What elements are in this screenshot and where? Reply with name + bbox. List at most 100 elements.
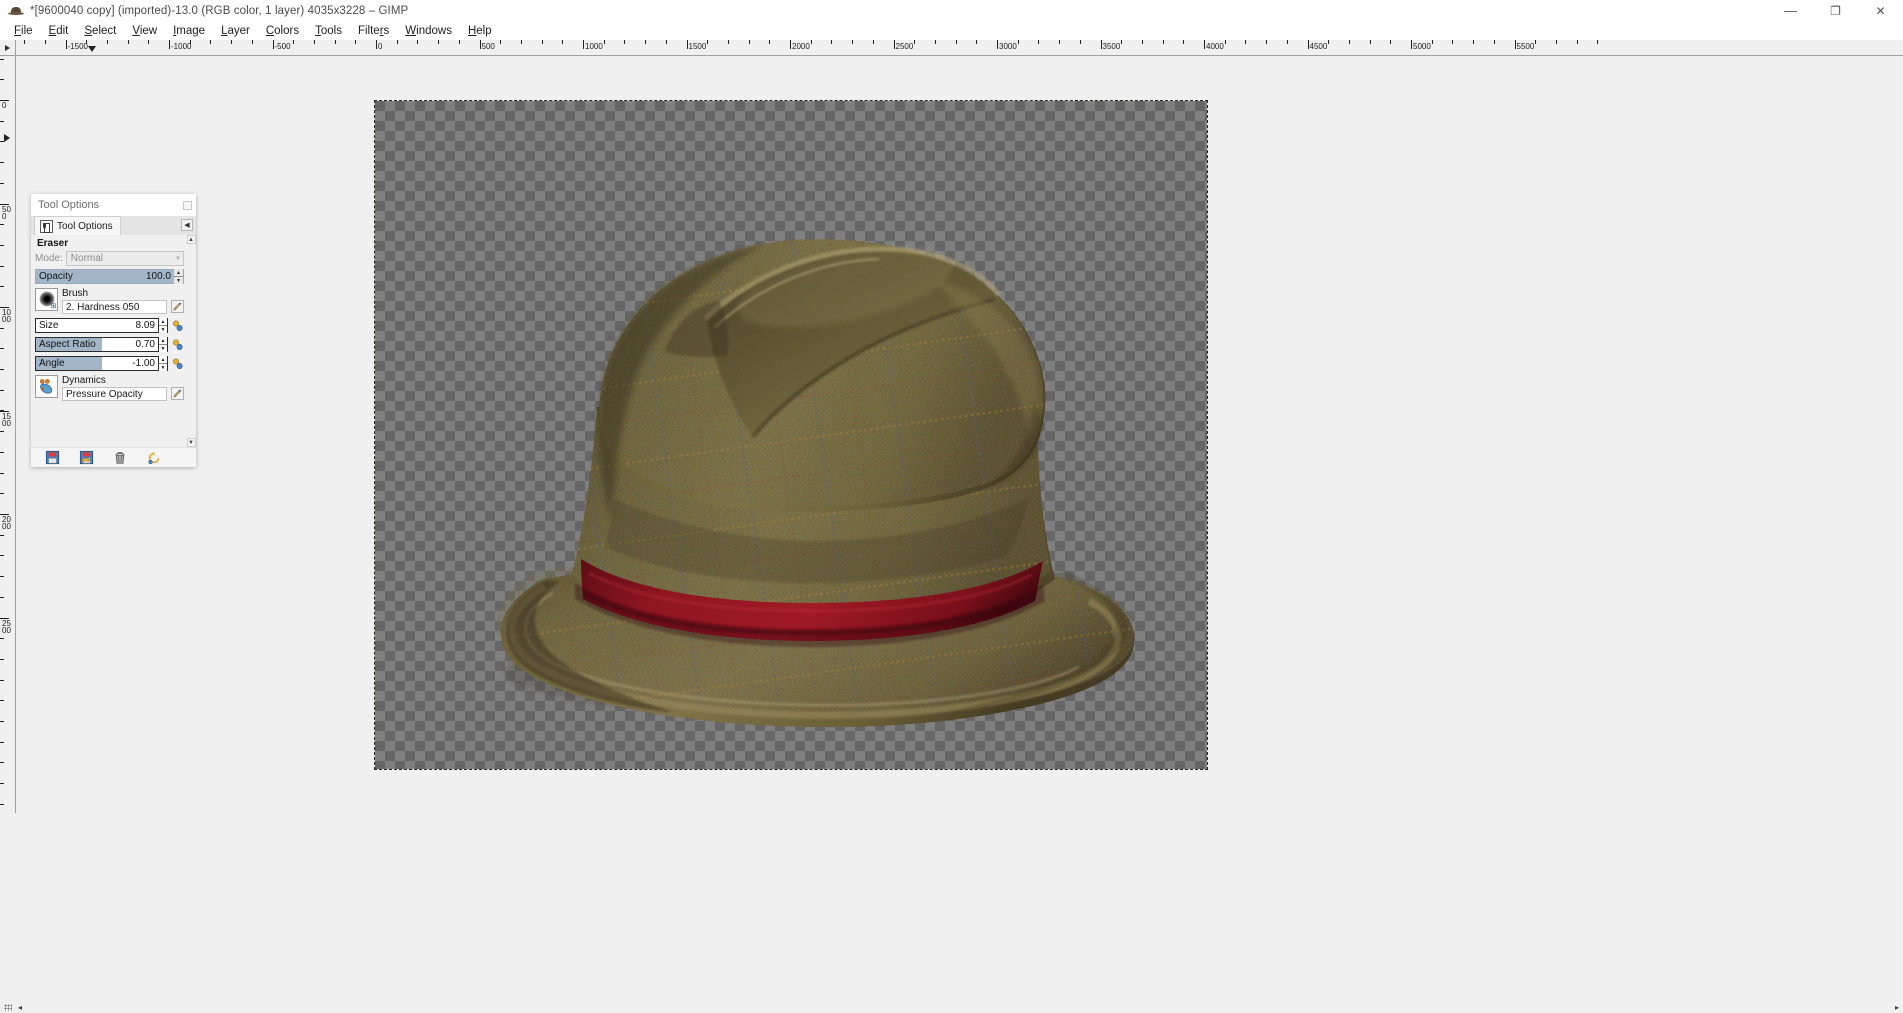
brush-row: ⊞ Brush 2. Hardness 050 [35,288,184,314]
ruler-tick-minor [335,40,336,44]
opacity-slider[interactable]: Opacity 100.0 ▲▼ [35,269,184,284]
save-tool-preset-button[interactable] [35,449,69,467]
size-dynamics-link-icon[interactable] [171,318,184,333]
ruler-label: 5000 [1413,42,1431,51]
close-button[interactable]: ✕ [1858,0,1903,22]
pencil-icon [173,389,182,398]
ruler-label: 1000 [585,42,603,51]
ruler-tick-minor [1494,40,1495,44]
menu-windows[interactable]: Windows [397,24,460,38]
size-slider[interactable]: Size 8.09 ▲▼ [35,318,168,333]
size-label: Size [36,320,58,331]
window-title: *[9600040 copy] (imported)-13.0 (RGB col… [30,5,408,17]
ruler-label: -1000 [171,42,191,51]
ruler-tick-minor [107,40,108,44]
ruler-tick-minor [0,783,4,784]
tab-tool-options[interactable]: Tool Options [34,216,121,235]
ruler-tick-minor [397,40,398,44]
ruler-tick-major [480,40,481,49]
angle-row: Angle -1.00 ▲▼ [35,356,184,371]
ruler-label: -1500 [68,42,88,51]
ruler-tick-minor [521,40,522,44]
ruler-label: -500 [275,42,291,51]
dynamics-preview[interactable] [35,375,58,398]
resize-grip-icon[interactable] [0,1001,16,1013]
ruler-tick-minor [0,804,4,805]
ruler-tick-minor [314,40,315,44]
ruler-tick-minor [728,40,729,44]
menu-view[interactable]: View [124,24,165,38]
ruler-tick-minor [852,40,853,44]
ruler-tick-major [1308,40,1309,49]
minimize-button[interactable]: — [1768,0,1813,22]
ruler-tick-major [66,40,67,49]
menu-file[interactable]: File [6,24,41,38]
ruler-tick-minor [0,266,4,267]
menu-edit[interactable]: Edit [41,24,77,38]
ruler-tick-minor [0,576,4,577]
collapse-left-icon[interactable]: ◀ [181,219,193,231]
ruler-tick-minor [1452,40,1453,44]
image-canvas[interactable] [375,101,1207,769]
ruler-tick-minor [0,79,4,80]
ruler-tick-minor [0,452,4,453]
aspect-ratio-dynamics-link-icon[interactable] [171,337,184,352]
menu-colors[interactable]: Colors [258,24,307,38]
angle-stepper[interactable]: ▲▼ [158,356,167,371]
brush-value[interactable]: 2. Hardness 050 [62,300,167,314]
size-row: Size 8.09 ▲▼ [35,318,184,333]
canvas-horizontal-scrollbar[interactable] [0,993,1895,1001]
reset-tool-options-button[interactable] [137,449,171,467]
edit-dynamics-button[interactable] [171,387,184,400]
menu-layer[interactable]: Layer [213,24,258,38]
scroll-right-arrow[interactable]: ▸ [1895,1003,1899,1012]
menu-select[interactable]: Select [76,24,124,38]
menu-filters[interactable]: Filters [350,24,397,38]
tool-options-dialog[interactable]: Tool Options Tool Options ◀ ▲ ▼ Eraser M… [31,194,196,467]
menu-help[interactable]: Help [460,24,500,38]
menu-image[interactable]: Image [165,24,213,38]
aspect-ratio-stepper[interactable]: ▲▼ [158,337,167,352]
edit-brush-button[interactable] [171,300,184,313]
scroll-down-arrow[interactable]: ▼ [187,438,196,447]
tool-options-scrollbar[interactable]: ▲ ▼ [186,235,196,447]
opacity-value: 100.0 [146,271,174,282]
menu-tools[interactable]: Tools [307,24,350,38]
ruler-label: 0 [378,42,382,51]
canvas-vertical-scrollbar[interactable] [1895,56,1903,813]
restore-tool-preset-button[interactable] [69,449,103,467]
delete-tool-preset-button[interactable] [103,449,137,467]
ruler-label: 3000 [999,42,1017,51]
aspect-ratio-label: Aspect Ratio [36,339,96,350]
angle-dynamics-link-icon[interactable] [171,356,184,371]
scroll-up-arrow[interactable]: ▲ [187,235,196,244]
ruler-tick-minor [0,473,4,474]
ruler-tick-minor [645,40,646,44]
dialog-menu-button[interactable] [183,201,192,210]
opacity-stepper[interactable]: ▲▼ [174,269,183,284]
canvas-area[interactable] [17,57,1895,813]
tool-options-header[interactable]: Tool Options [31,194,196,216]
dynamics-value[interactable]: Pressure Opacity [62,387,167,401]
ruler-tick-minor [0,245,4,246]
ruler-tick-minor [0,183,4,184]
ruler-label: 5500 [1517,42,1535,51]
ruler-tick-minor [500,40,501,44]
brush-preview[interactable]: ⊞ [35,288,58,311]
scroll-left-arrow[interactable]: ◂ [18,1003,22,1012]
ruler-tick-minor [45,40,46,44]
mode-dropdown[interactable]: Normal ▼ [66,251,184,266]
tool-options-header-title: Tool Options [38,199,99,211]
ruler-tick-major [790,40,791,49]
ruler-unit-button[interactable] [0,40,16,56]
vertical-ruler[interactable]: 05001000150020002500 [0,56,16,813]
maximize-button[interactable]: ❐ [1813,0,1858,22]
ruler-tick-minor [0,742,4,743]
aspect-ratio-slider[interactable]: Aspect Ratio 0.70 ▲▼ [35,337,168,352]
angle-value: -1.00 [132,358,158,369]
ruler-tick-major [583,40,584,49]
angle-slider[interactable]: Angle -1.00 ▲▼ [35,356,168,371]
ruler-tick-major [894,40,895,49]
size-stepper[interactable]: ▲▼ [158,318,167,333]
horizontal-ruler[interactable]: -1500-1000-50005001000150020002500300035… [16,40,1903,56]
